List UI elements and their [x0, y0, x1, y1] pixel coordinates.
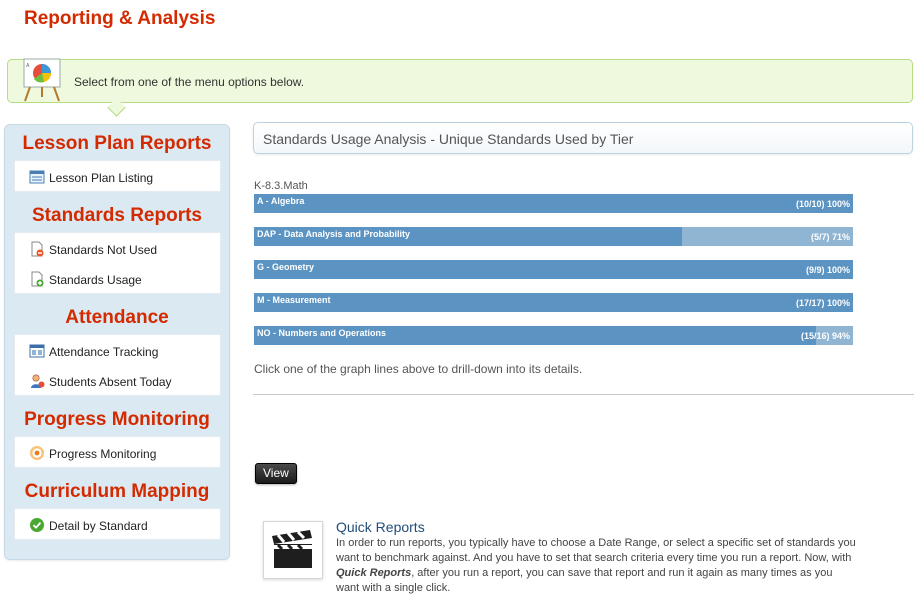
chart-bar-fill: [254, 194, 853, 213]
sidebar-item-label: Attendance Tracking: [49, 345, 159, 359]
chart-bar-fill: [254, 260, 853, 279]
chart-bar-fill: [254, 293, 853, 312]
chart-bar-value: (5/7) 71%: [810, 232, 850, 242]
chart-bar[interactable]: NO - Numbers and Operations (15/16) 94%: [254, 326, 853, 345]
drill-down-hint: Click one of the graph lines above to dr…: [254, 362, 583, 376]
view-button[interactable]: View: [255, 463, 297, 484]
heading-curriculum-mapping: Curriculum Mapping: [24, 481, 210, 502]
document-plus-icon: [31, 271, 44, 287]
heading-lesson-plan-reports: Lesson Plan Reports: [22, 133, 212, 154]
sidebar-item-attendance-tracking[interactable]: Attendance Tracking: [15, 338, 220, 364]
chart-bar[interactable]: A - Algebra (10/10) 100%: [254, 194, 853, 213]
student-icon: [31, 374, 45, 388]
svg-text:A: A: [26, 63, 30, 69]
qr-desc-emphasis: Quick Reports: [336, 567, 412, 579]
check-circle-icon: [30, 518, 44, 532]
sidebar-item-students-absent-today[interactable]: Students Absent Today: [15, 368, 220, 394]
chart-bar-value: (17/17) 100%: [795, 298, 850, 308]
sidebar-item-label: Standards Usage: [49, 273, 142, 287]
page-title: Reporting & Analysis: [24, 8, 216, 29]
chart-bar[interactable]: G - Geometry (9/9) 100%: [254, 260, 853, 279]
chart-bar[interactable]: DAP - Data Analysis and Probability (5/7)…: [254, 227, 853, 246]
panel-header: Standards Usage Analysis - Unique Standa…: [253, 122, 913, 154]
info-banner: A Select from one of the menu options be…: [7, 58, 913, 103]
clapperboard-icon: [272, 530, 312, 568]
chart-bar[interactable]: M - Measurement (17/17) 100%: [254, 293, 853, 312]
attendance-box: Attendance Tracking Students Absent Toda…: [14, 334, 221, 396]
sidebar-item-label: Progress Monitoring: [49, 447, 157, 461]
divider: [253, 394, 914, 395]
target-icon: [30, 446, 44, 460]
sidebar-item-detail-by-standard[interactable]: Detail by Standard: [15, 512, 220, 538]
sidebar: Lesson Plan Reports Lesson Plan Listing …: [4, 124, 230, 560]
heading-attendance: Attendance: [65, 307, 169, 328]
sidebar-item-label: Standards Not Used: [49, 243, 158, 257]
sidebar-item-progress-monitoring[interactable]: Progress Monitoring: [15, 440, 220, 466]
sidebar-item-standards-not-used[interactable]: Standards Not Used: [15, 236, 220, 262]
qr-desc-part: In order to run reports, you typically h…: [336, 537, 856, 564]
quick-reports-description: In order to run reports, you typically h…: [336, 536, 856, 596]
sidebar-item-lesson-plan-listing[interactable]: Lesson Plan Listing: [15, 164, 220, 190]
chart-bar-label: DAP - Data Analysis and Probability: [257, 229, 411, 239]
progress-box: Progress Monitoring: [14, 436, 221, 468]
chart-bar-value: (9/9) 100%: [805, 265, 850, 275]
chart-bar-label: NO - Numbers and Operations: [257, 328, 387, 338]
heading-progress-monitoring: Progress Monitoring: [24, 409, 210, 430]
curriculum-box: Detail by Standard: [14, 508, 221, 540]
sidebar-item-label: Detail by Standard: [49, 519, 148, 533]
list-icon: [29, 170, 45, 184]
lesson-plan-box: Lesson Plan Listing: [14, 160, 221, 192]
chart-title: K-8.3.Math: [254, 180, 308, 192]
chart-bar-label: G - Geometry: [257, 262, 315, 272]
chart-bar-label: A - Algebra: [257, 196, 305, 206]
qr-desc-part: , after you run a report, you can save t…: [336, 567, 833, 594]
banner-text: Select from one of the menu options belo…: [74, 75, 305, 89]
standards-box: Standards Not Used Standards Usage: [14, 232, 221, 294]
chart-bar-value: (15/16) 94%: [800, 331, 850, 341]
document-minus-icon: [31, 241, 44, 257]
quick-reports-clapperboard-icon[interactable]: [263, 521, 323, 579]
heading-standards-reports: Standards Reports: [32, 205, 202, 226]
sidebar-item-standards-usage[interactable]: Standards Usage: [15, 266, 220, 292]
chart-bar-value: (10/10) 100%: [795, 199, 850, 209]
quick-reports-link[interactable]: Quick Reports: [336, 519, 425, 535]
chart-bar-label: M - Measurement: [257, 295, 331, 305]
sidebar-item-label: Lesson Plan Listing: [49, 171, 154, 185]
calendar-icon: [29, 344, 45, 358]
sidebar-item-label: Students Absent Today: [49, 375, 172, 389]
easel-chart-icon: A: [23, 58, 61, 102]
panel-title: Standards Usage Analysis - Unique Standa…: [263, 131, 634, 147]
